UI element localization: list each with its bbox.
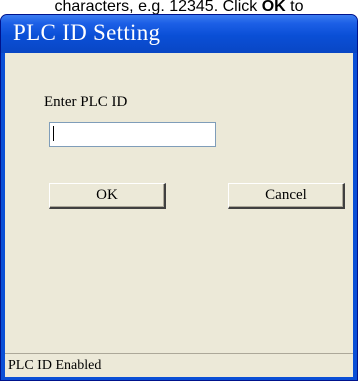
dialog-body: Enter PLC ID OK Cancel PLC ID Enabled xyxy=(5,53,353,377)
status-text: PLC ID Enabled xyxy=(8,358,102,373)
caption-before: characters, e.g. 12345. Click xyxy=(54,0,262,15)
cancel-button[interactable]: Cancel xyxy=(228,183,345,209)
dialog-title-bar[interactable]: PLC ID Setting xyxy=(1,15,357,53)
plc-id-input[interactable] xyxy=(49,122,216,147)
caption-bold-ok: OK xyxy=(261,0,286,15)
status-bar: PLC ID Enabled xyxy=(5,353,353,377)
dialog-title: PLC ID Setting xyxy=(13,20,161,45)
page: characters, e.g. 12345. Click OK to PLC … xyxy=(0,0,358,381)
enter-plc-id-label: Enter PLC ID xyxy=(44,94,128,110)
ok-button[interactable]: OK xyxy=(49,183,166,209)
plc-id-setting-dialog: PLC ID Setting Enter PLC ID OK Cancel PL… xyxy=(0,14,358,381)
caption-after: to xyxy=(285,0,304,15)
